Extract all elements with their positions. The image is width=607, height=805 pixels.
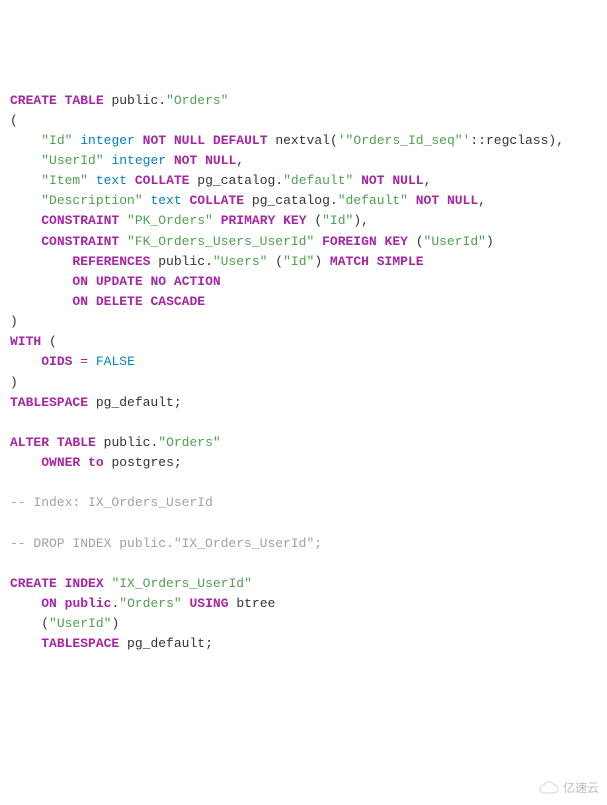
token-def: public	[158, 254, 205, 269]
token-kw: CONSTRAINT	[41, 213, 119, 228]
watermark-text: 亿速云	[563, 779, 599, 798]
token-type: text	[150, 193, 181, 208]
token-op: =	[80, 354, 88, 369]
token-type: FALSE	[96, 354, 135, 369]
token-kw: WITH	[10, 334, 41, 349]
token-kw: DEFAULT	[213, 133, 268, 148]
token-str: "Orders"	[166, 93, 228, 108]
token-kw: NOT	[143, 133, 166, 148]
token-def: public	[111, 93, 158, 108]
token-kw: TABLESPACE	[10, 395, 88, 410]
token-kw: TABLE	[65, 93, 104, 108]
watermark: 亿速云	[539, 779, 599, 798]
token-str: "IX_Orders_UserId"	[111, 576, 251, 591]
token-def: public	[104, 435, 151, 450]
token-str: "PK_Orders"	[127, 213, 213, 228]
sql-code-block: CREATE TABLE public."Orders" ( "Id" inte…	[10, 91, 597, 655]
token-kw: DELETE	[96, 294, 143, 309]
token-str: "UserId"	[49, 616, 111, 631]
token-kw: UPDATE	[96, 274, 143, 289]
token-def: regclass	[486, 133, 548, 148]
token-kw: INDEX	[65, 576, 104, 591]
token-kw: NO	[150, 274, 166, 289]
token-kw: NOT	[361, 173, 384, 188]
token-kw: NULL	[447, 193, 478, 208]
token-kw: OIDS	[41, 354, 72, 369]
token-str: "Orders"	[119, 596, 181, 611]
token-type: text	[96, 173, 127, 188]
token-kw: SIMPLE	[377, 254, 424, 269]
token-kw: NOT	[174, 153, 197, 168]
token-kw: ACTION	[174, 274, 221, 289]
token-kw: COLLATE	[135, 173, 190, 188]
token-str: "UserId"	[41, 153, 111, 168]
token-kw: ON	[72, 274, 88, 289]
token-str: "FK_Orders_Users_UserId"	[127, 234, 314, 249]
token-kw: NOT	[416, 193, 439, 208]
token-kw: to	[88, 455, 104, 470]
token-str: '"Orders_Id_seq"'	[338, 133, 471, 148]
token-kw: USING	[190, 596, 229, 611]
token-kw: COLLATE	[189, 193, 244, 208]
token-def: nextval	[275, 133, 330, 148]
token-str: "Id"	[283, 254, 314, 269]
token-kw: CASCADE	[150, 294, 205, 309]
token-kw: REFERENCES	[72, 254, 150, 269]
token-kw: KEY	[385, 234, 408, 249]
token-str: "default"	[338, 193, 416, 208]
token-cmt: -- DROP INDEX public."IX_Orders_UserId";	[10, 536, 322, 551]
token-kw: NULL	[174, 133, 205, 148]
token-def: pg_default	[127, 636, 205, 651]
token-kw: CREATE	[10, 576, 57, 591]
token-str: "default"	[283, 173, 361, 188]
token-cmt: -- Index: IX_Orders_UserId	[10, 495, 213, 510]
token-kw: FOREIGN	[322, 234, 377, 249]
cloud-icon	[539, 781, 559, 795]
token-str: "UserId"	[424, 234, 486, 249]
token-type: integer	[80, 133, 135, 148]
token-kw: NULL	[205, 153, 236, 168]
token-kw: MATCH	[330, 254, 369, 269]
token-def: postgres	[111, 455, 173, 470]
token-kw: OWNER	[41, 455, 80, 470]
token-kw: NULL	[392, 173, 423, 188]
token-kw: TABLESPACE	[41, 636, 119, 651]
token-def: pg_catalog	[252, 193, 330, 208]
token-kw: ON	[72, 294, 88, 309]
token-str: "Description"	[41, 193, 150, 208]
token-type: integer	[111, 153, 166, 168]
token-kw: public	[65, 596, 112, 611]
token-kw: ALTER	[10, 435, 49, 450]
token-kw: TABLE	[57, 435, 96, 450]
token-str: "Id"	[41, 133, 80, 148]
token-str: "Id"	[322, 213, 353, 228]
token-def: pg_catalog	[197, 173, 275, 188]
token-kw: CREATE	[10, 93, 57, 108]
token-kw: ON	[41, 596, 57, 611]
token-str: "Orders"	[158, 435, 220, 450]
token-str: "Item"	[41, 173, 96, 188]
token-def: btree	[236, 596, 275, 611]
token-def: pg_default	[96, 395, 174, 410]
token-kw: PRIMARY	[221, 213, 276, 228]
token-kw: KEY	[283, 213, 306, 228]
token-kw: CONSTRAINT	[41, 234, 119, 249]
token-str: "Users"	[213, 254, 268, 269]
